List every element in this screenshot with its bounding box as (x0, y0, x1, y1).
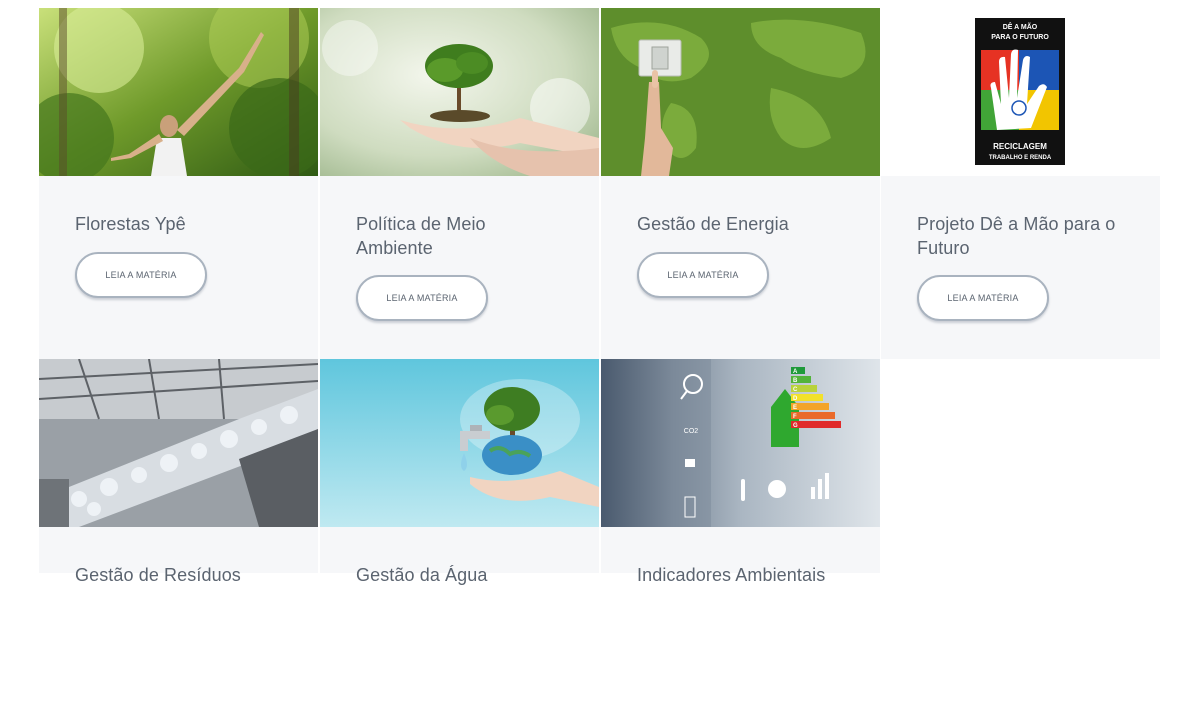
article-card-florestas: Florestas Ypê Leia a matéria (39, 8, 318, 359)
article-card-agua: Gestão da Água (320, 359, 599, 585)
article-card-politica: Política de Meio Ambiente Leia a matéria (320, 8, 599, 359)
energy-label-a: A (793, 369, 798, 375)
energy-rating-image[interactable]: CO2 A B C D E F G (601, 359, 880, 527)
article-card-residuos: Gestão de Resíduos (39, 359, 318, 585)
card-title[interactable]: Florestas Ypê (75, 212, 295, 236)
card-title[interactable]: Política de Meio Ambiente (356, 212, 536, 260)
article-card-indicadores: CO2 A B C D E F G Indicadores Ambientais (601, 359, 880, 585)
energy-label-b: B (793, 378, 798, 384)
co2-label: CO2 (684, 428, 699, 435)
light-switch-map-image[interactable] (601, 8, 880, 176)
energy-label-d: D (793, 396, 798, 402)
article-card-energia: Gestão de Energia Leia a matéria (601, 8, 880, 359)
card-title[interactable]: Indicadores Ambientais (637, 563, 857, 587)
energy-label-e: E (793, 405, 797, 411)
water-tap-globe-image[interactable] (320, 359, 599, 527)
card-title[interactable]: Projeto Dê a Mão para o Futuro (917, 212, 1137, 260)
hands-tree-image[interactable] (320, 8, 599, 176)
logo-bottom-text-2: TRABALHO E RENDA (989, 155, 1052, 161)
forest-woman-image[interactable] (39, 8, 318, 176)
logo-bottom-text-1: RECICLAGEM (993, 142, 1047, 151)
card-title[interactable]: Gestão da Água (356, 563, 576, 587)
article-card-projeto: DÊ A MÃO PARA O FUTURO RECICLAGEM TRABAL… (881, 8, 1160, 359)
card-title[interactable]: Gestão de Resíduos (75, 563, 295, 587)
de-a-mao-logo[interactable]: DÊ A MÃO PARA O FUTURO RECICLAGEM TRABAL… (881, 8, 1160, 176)
energy-label-g: G (793, 423, 798, 429)
read-article-button[interactable]: Leia a matéria (356, 275, 488, 321)
card-title[interactable]: Gestão de Energia (637, 212, 857, 236)
read-article-button[interactable]: Leia a matéria (75, 252, 207, 298)
energy-label-c: C (793, 387, 798, 393)
recycling-conveyor-image[interactable] (39, 359, 318, 527)
read-article-button[interactable]: Leia a matéria (917, 275, 1049, 321)
logo-top-text-2: PARA O FUTURO (991, 34, 1049, 41)
read-article-button[interactable]: Leia a matéria (637, 252, 769, 298)
logo-top-text-1: DÊ A MÃO (1003, 22, 1038, 31)
energy-label-f: F (793, 414, 797, 420)
